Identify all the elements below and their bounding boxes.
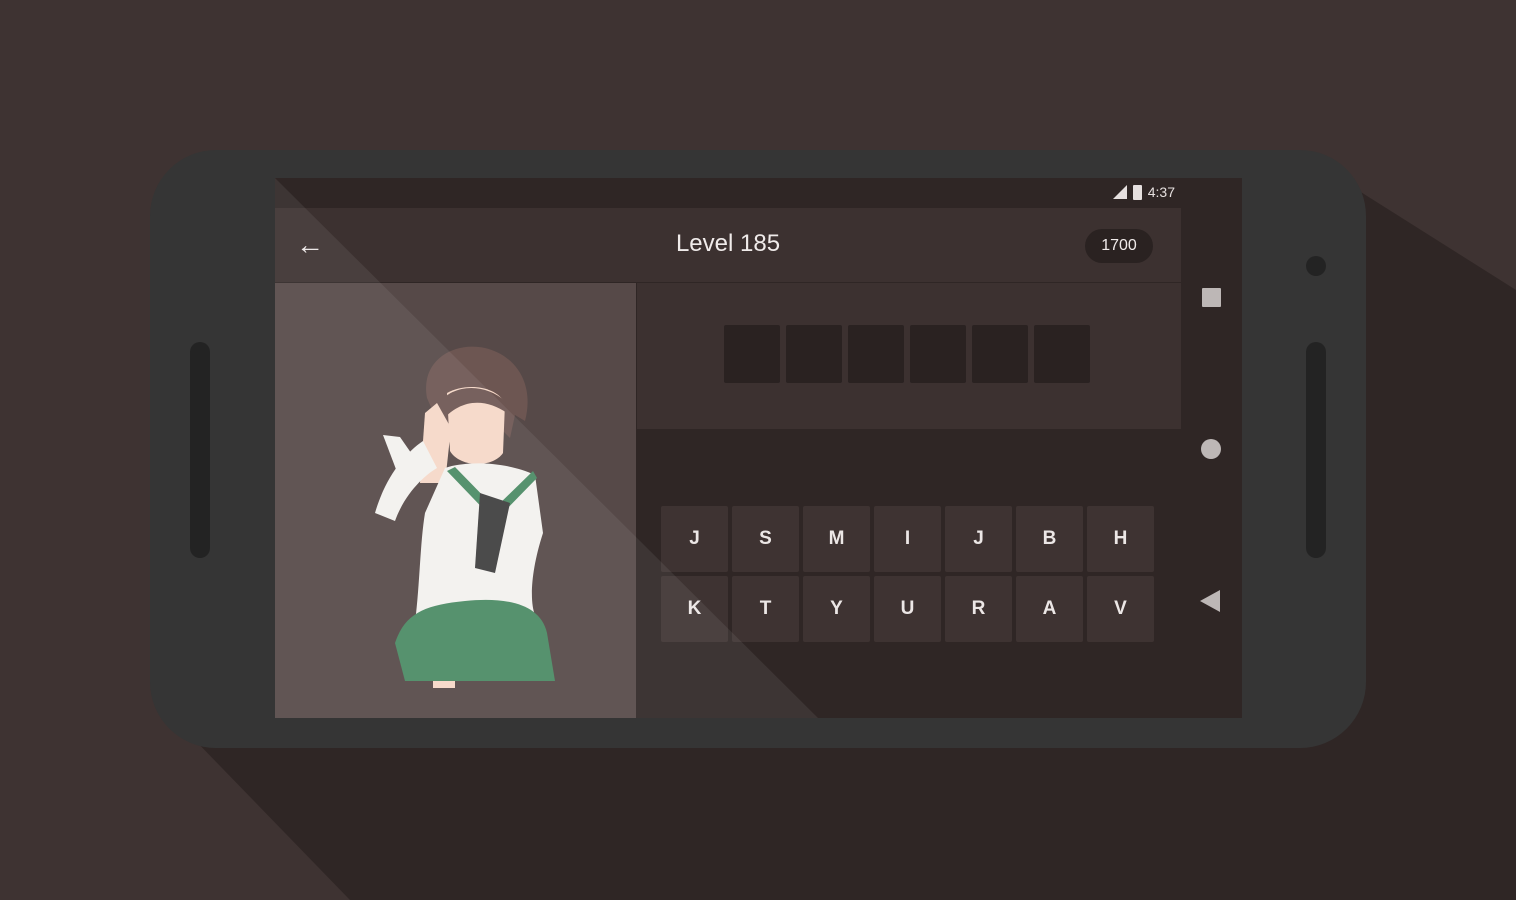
triangle-back-icon[interactable] (1200, 590, 1220, 612)
coins-badge: 1700 (1085, 229, 1153, 263)
character-illustration (375, 346, 555, 688)
letter-key[interactable]: A (1016, 576, 1083, 642)
letter-keyboard: J S M I J B H K T Y U R A V (661, 506, 1154, 646)
speaker-left (190, 342, 210, 558)
front-camera (1306, 256, 1326, 276)
letter-keyboard-panel: J S M I J B H K T Y U R A V (637, 430, 1181, 718)
navigation-bar (1181, 178, 1242, 718)
answer-slot[interactable] (972, 325, 1028, 383)
letter-key[interactable]: U (874, 576, 941, 642)
letter-key[interactable]: J (945, 506, 1012, 572)
letter-key[interactable]: B (1016, 506, 1083, 572)
letter-key[interactable]: S (732, 506, 799, 572)
letter-key[interactable]: J (661, 506, 728, 572)
status-bar: 4:37 (275, 178, 1181, 208)
answer-slot[interactable] (848, 325, 904, 383)
letter-key[interactable]: K (661, 576, 728, 642)
square-icon[interactable] (1202, 288, 1221, 307)
letter-key[interactable]: H (1087, 506, 1154, 572)
promo-canvas: 4:37 ← Level 185 1700 J S M I J B H K T … (0, 0, 1516, 900)
signal-icon (1112, 185, 1127, 199)
answer-slot[interactable] (1034, 325, 1090, 383)
answer-slot[interactable] (724, 325, 780, 383)
keyboard-row-2: K T Y U R A V (661, 576, 1154, 642)
circle-icon[interactable] (1201, 439, 1221, 459)
answer-slot[interactable] (786, 325, 842, 383)
answer-panel (637, 283, 1181, 429)
letter-key[interactable]: R (945, 576, 1012, 642)
phone-screen: 4:37 ← Level 185 1700 J S M I J B H K T … (275, 178, 1242, 718)
letter-key[interactable]: M (803, 506, 870, 572)
status-time: 4:37 (1147, 184, 1175, 200)
letter-key[interactable]: V (1087, 576, 1154, 642)
battery-icon (1132, 184, 1142, 200)
letter-key[interactable]: Y (803, 576, 870, 642)
speaker-right (1306, 342, 1326, 558)
status-icons: 4:37 (1112, 184, 1175, 200)
page-title: Level 185 (675, 230, 781, 257)
app-bar: ← Level 185 1700 (275, 208, 1181, 282)
phone-frame: 4:37 ← Level 185 1700 J S M I J B H K T … (150, 150, 1366, 748)
answer-slots (724, 325, 1090, 383)
letter-key[interactable]: T (732, 576, 799, 642)
keyboard-row-1: J S M I J B H (661, 506, 1154, 572)
letter-key[interactable]: I (874, 506, 941, 572)
answer-slot[interactable] (910, 325, 966, 383)
